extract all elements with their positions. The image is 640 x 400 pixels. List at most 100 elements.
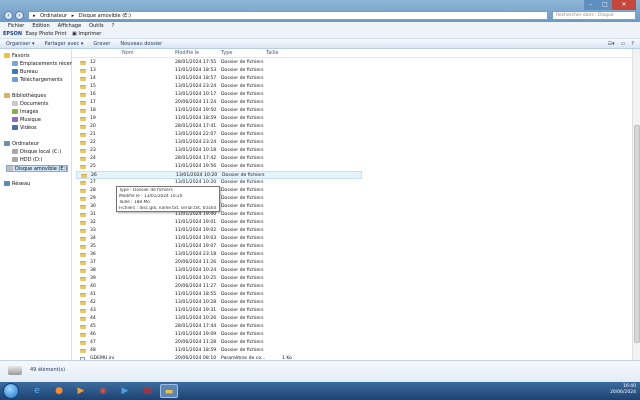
- nav-recent[interactable]: Emplacements récents: [12, 61, 77, 68]
- row-type: Dossier de fichiers: [221, 332, 264, 337]
- burn-button[interactable]: Graver: [93, 39, 110, 48]
- nav-removable-disk[interactable]: Disque amovible (E:): [6, 165, 68, 172]
- table-row[interactable]: 13 11/01/2024 18:53 Dossier de fichiers: [76, 67, 362, 75]
- breadcrumb-removable-disk[interactable]: Disque amovible (E:): [79, 13, 131, 19]
- nav-images[interactable]: Images: [12, 109, 38, 116]
- forward-icon[interactable]: ›: [15, 11, 24, 20]
- column-modified[interactable]: Modifié le: [175, 49, 199, 58]
- table-row[interactable]: 43 11/01/2024 19:31 Dossier de fichiers: [76, 307, 362, 315]
- print-button[interactable]: Imprimer: [78, 31, 101, 37]
- organize-button[interactable]: Organiser ▾: [6, 39, 35, 48]
- media-player-icon[interactable]: ▶: [72, 384, 90, 398]
- scrollbar-thumb[interactable]: [634, 125, 640, 343]
- app-icon[interactable]: ▦: [138, 384, 156, 398]
- table-row[interactable]: 47 20/06/2024 11:28 Dossier de fichiers: [76, 339, 362, 347]
- table-row[interactable]: 18 11/01/2024 19:50 Dossier de fichiers: [76, 107, 362, 115]
- table-row[interactable]: 25 11/01/2024 19:56 Dossier de fichiers: [76, 163, 362, 171]
- folder-icon: [80, 92, 86, 97]
- nav-videos[interactable]: Vidéos: [12, 125, 37, 132]
- nav-music[interactable]: Musique: [12, 117, 41, 124]
- column-name[interactable]: Nom: [122, 49, 134, 58]
- row-name: 29: [90, 196, 96, 201]
- new-folder-button[interactable]: Nouveau dossier: [120, 39, 162, 48]
- system-clock[interactable]: 16:40 20/06/2024: [610, 384, 636, 396]
- firefox-icon[interactable]: ●: [50, 384, 68, 398]
- table-row[interactable]: 42 13/01/2024 10:28 Dossier de fichiers: [76, 299, 362, 307]
- menu-edit[interactable]: Edition: [32, 22, 49, 30]
- help-icon[interactable]: ?: [631, 39, 634, 49]
- media-center-icon[interactable]: ▶: [116, 384, 134, 398]
- table-row[interactable]: 14 11/01/2024 18:57 Dossier de fichiers: [76, 75, 362, 83]
- breadcrumb-computer[interactable]: Ordinateur: [40, 13, 67, 19]
- easy-photo-print-button[interactable]: Easy Photo Print: [26, 31, 67, 37]
- preview-pane-icon[interactable]: ▭: [621, 39, 626, 49]
- table-row[interactable]: 46 11/01/2024 19:09 Dossier de fichiers: [76, 331, 362, 339]
- table-row[interactable]: 33 11/01/2024 19:02 Dossier de fichiers: [76, 227, 362, 235]
- view-options-icon[interactable]: ☷▾: [608, 39, 615, 49]
- row-type: Dossier de fichiers: [221, 108, 264, 113]
- table-row[interactable]: 37 20/06/2024 11:26 Dossier de fichiers: [76, 259, 362, 267]
- column-size[interactable]: Taille: [266, 49, 279, 58]
- table-row[interactable]: 16 13/01/2024 10:17 Dossier de fichiers: [76, 91, 362, 99]
- table-row[interactable]: 32 11/01/2024 19:01 Dossier de fichiers: [76, 219, 362, 227]
- folder-icon: [80, 316, 86, 321]
- menu-tools[interactable]: Outils: [89, 22, 103, 30]
- table-row[interactable]: 15 13/01/2024 23:24 Dossier de fichiers: [76, 83, 362, 91]
- vertical-scrollbar[interactable]: [632, 49, 640, 360]
- folder-icon: [80, 236, 86, 241]
- row-type: Dossier de fichiers: [221, 348, 264, 353]
- table-row[interactable]: 21 13/01/2024 22:07 Dossier de fichiers: [76, 131, 362, 139]
- table-row[interactable]: 45 28/01/2024 17:44 Dossier de fichiers: [76, 323, 362, 331]
- back-icon[interactable]: ‹: [4, 11, 13, 20]
- row-name: 20: [90, 124, 96, 129]
- row-modified: 28/01/2024 17:42: [175, 156, 217, 161]
- table-row[interactable]: 39 11/01/2024 10:25 Dossier de fichiers: [76, 275, 362, 283]
- explorer-taskbar-icon[interactable]: ▬: [160, 384, 178, 398]
- row-name: 17: [90, 100, 96, 105]
- menu-view[interactable]: Affichage: [58, 22, 82, 30]
- table-row[interactable]: 23 13/01/2024 10:18 Dossier de fichiers: [76, 147, 362, 155]
- close-button[interactable]: ✕: [612, 0, 636, 10]
- row-name: 36: [90, 252, 96, 257]
- music-icon: [12, 117, 18, 122]
- row-type: Dossier de fichiers: [221, 236, 264, 241]
- nav-computer[interactable]: Ordinateur: [4, 141, 39, 148]
- table-row[interactable]: 17 20/06/2024 11:24 Dossier de fichiers: [76, 99, 362, 107]
- nav-network[interactable]: Réseau: [4, 181, 30, 188]
- nav-desktop[interactable]: Bureau: [12, 69, 38, 76]
- nav-libraries[interactable]: Bibliothèques: [4, 93, 46, 100]
- table-row[interactable]: 48 11/01/2024 18:59 Dossier de fichiers: [76, 347, 362, 355]
- share-button[interactable]: Partager avec ▾: [45, 39, 84, 48]
- nav-documents[interactable]: Documents: [12, 101, 49, 108]
- minimize-button[interactable]: –: [584, 0, 598, 10]
- table-row[interactable]: 41 11/01/2024 18:55 Dossier de fichiers: [76, 291, 362, 299]
- table-row[interactable]: 38 13/01/2024 10:24 Dossier de fichiers: [76, 267, 362, 275]
- table-row[interactable]: 19 11/01/2024 18:59 Dossier de fichiers: [76, 115, 362, 123]
- chrome-icon[interactable]: ◉: [94, 384, 112, 398]
- table-row[interactable]: 34 11/01/2024 19:03 Dossier de fichiers: [76, 235, 362, 243]
- table-row[interactable]: 22 13/01/2024 23:24 Dossier de fichiers: [76, 139, 362, 147]
- table-row[interactable]: 31 11/01/2024 19:00 Dossier de fichiers: [76, 211, 362, 219]
- table-row[interactable]: 24 28/01/2024 17:42 Dossier de fichiers: [76, 155, 362, 163]
- row-name: 31: [90, 212, 96, 217]
- row-type: Dossier de fichiers: [221, 164, 264, 169]
- table-row[interactable]: 12 28/01/2024 17:55 Dossier de fichiers: [76, 59, 362, 67]
- menu-help[interactable]: ?: [112, 22, 115, 30]
- table-row[interactable]: 26 13/01/2024 10:20 Dossier de fichiers: [76, 171, 362, 179]
- search-input[interactable]: Rechercher dans : Disque amovible (E:): [552, 11, 636, 26]
- address-bar[interactable]: ▸ Ordinateur ▸ Disque amovible (E:): [28, 11, 548, 20]
- nav-downloads[interactable]: Téléchargements: [12, 77, 63, 84]
- maximize-button[interactable]: □: [598, 0, 612, 10]
- nav-local-disk[interactable]: Disque local (C:): [12, 149, 61, 156]
- table-row[interactable]: 40 20/06/2024 11:27 Dossier de fichiers: [76, 283, 362, 291]
- nav-favorites[interactable]: Favoris: [4, 53, 30, 60]
- table-row[interactable]: 35 11/01/2024 19:07 Dossier de fichiers: [76, 243, 362, 251]
- ie-icon[interactable]: e: [28, 384, 46, 398]
- column-type[interactable]: Type: [221, 49, 232, 58]
- table-row[interactable]: 44 13/01/2024 10:26 Dossier de fichiers: [76, 315, 362, 323]
- menu-file[interactable]: Fichier: [8, 22, 24, 30]
- nav-hdd[interactable]: HDD (D:): [12, 157, 43, 164]
- start-button[interactable]: [3, 383, 19, 399]
- table-row[interactable]: 20 28/01/2024 17:41 Dossier de fichiers: [76, 123, 362, 131]
- table-row[interactable]: 36 13/01/2024 23:18 Dossier de fichiers: [76, 251, 362, 259]
